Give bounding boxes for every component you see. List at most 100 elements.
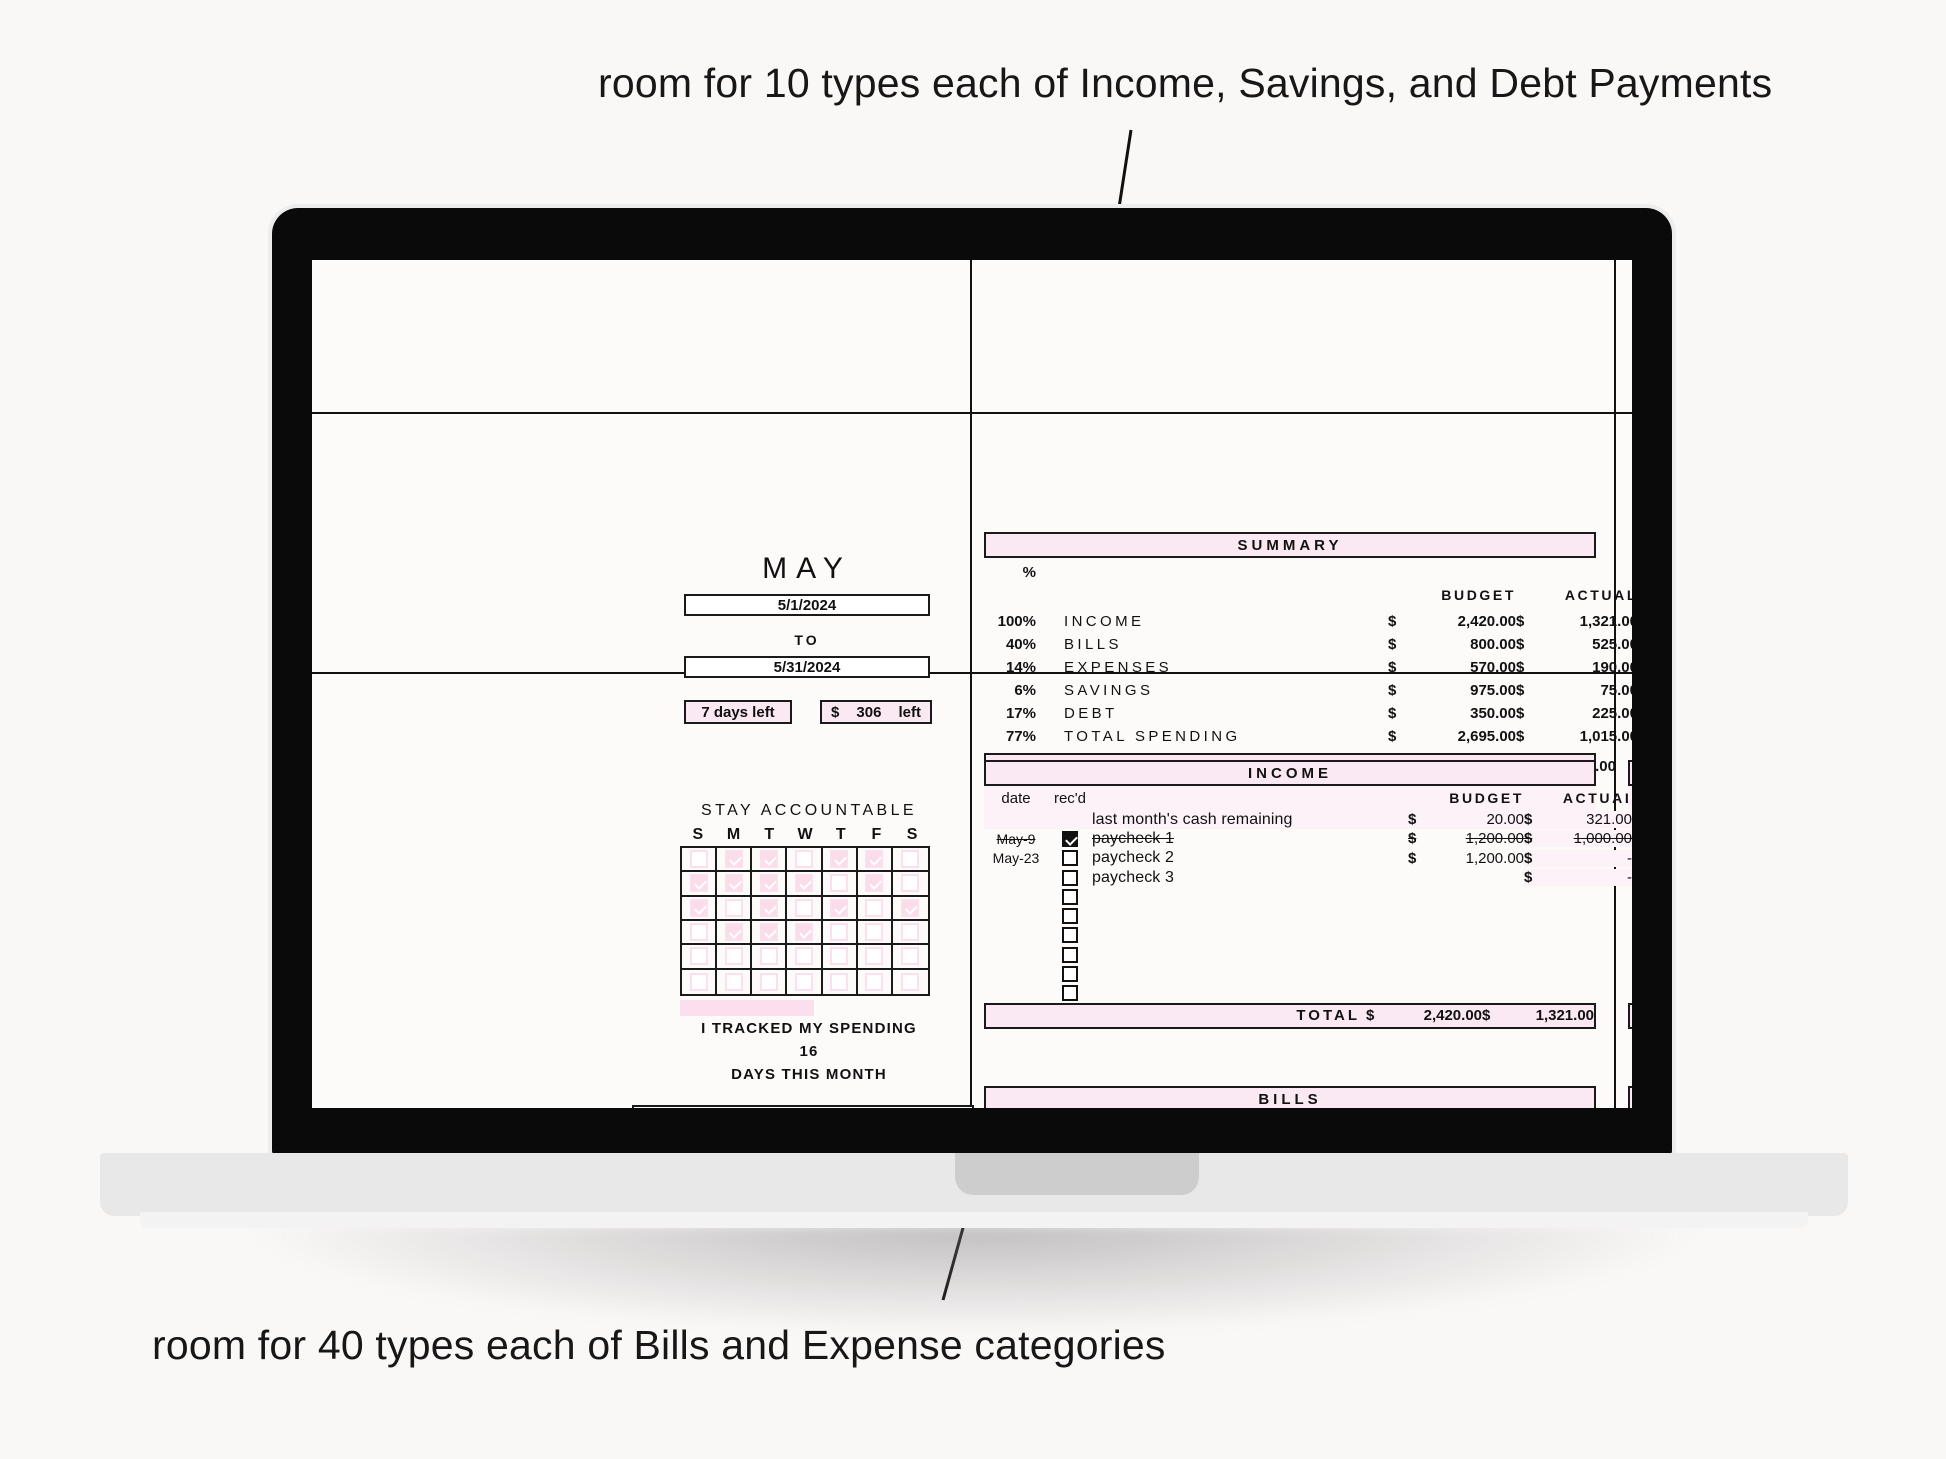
calendar-cell[interactable] xyxy=(892,872,928,897)
calendar-cell[interactable] xyxy=(752,921,788,946)
calendar-check-icon[interactable] xyxy=(830,923,849,942)
calendar-cell[interactable] xyxy=(787,896,823,921)
calendar-check-icon[interactable] xyxy=(830,874,849,893)
table-row[interactable]: emergency fund $ 333. xyxy=(1628,810,1632,829)
calendar-check-icon[interactable] xyxy=(901,898,920,917)
row-checkbox-cell[interactable] xyxy=(1628,927,1632,943)
row-checkbox[interactable] xyxy=(1062,850,1078,867)
calendar-cell[interactable] xyxy=(892,848,928,873)
row-checkbox[interactable] xyxy=(1062,869,1078,886)
calendar-cell[interactable] xyxy=(682,969,718,994)
table-row[interactable] xyxy=(984,984,1596,1003)
calendar-check-icon[interactable] xyxy=(901,923,920,942)
calendar-cell[interactable] xyxy=(787,969,823,994)
row-checkbox-cell[interactable] xyxy=(1048,966,1092,983)
calendar-check-icon[interactable] xyxy=(689,923,708,942)
row-checkbox-cell[interactable] xyxy=(1628,870,1632,886)
calendar-check-icon[interactable] xyxy=(759,923,778,942)
row-checkbox[interactable] xyxy=(1062,830,1078,847)
calendar-check-icon[interactable] xyxy=(759,850,778,869)
calendar-cell[interactable] xyxy=(857,872,893,897)
calendar-check-icon[interactable] xyxy=(724,898,743,917)
calendar-check-icon[interactable] xyxy=(794,923,813,942)
end-date-field[interactable]: 5/31/2024 xyxy=(684,656,930,678)
row-checkbox-cell[interactable] xyxy=(1048,908,1092,925)
row-checkbox[interactable] xyxy=(1062,927,1078,944)
calendar-check-icon[interactable] xyxy=(689,947,708,966)
row-checkbox-cell[interactable] xyxy=(1048,850,1092,867)
table-row[interactable] xyxy=(1628,945,1632,964)
calendar-cell[interactable] xyxy=(823,969,858,994)
row-checkbox-cell[interactable] xyxy=(1628,985,1632,1001)
table-row[interactable]: paycheck 3 $ - xyxy=(984,868,1632,887)
calendar-cell[interactable] xyxy=(893,970,928,994)
calendar-cell[interactable] xyxy=(787,872,823,897)
calendar-check-icon[interactable] xyxy=(830,972,849,991)
table-row[interactable] xyxy=(1628,964,1632,983)
calendar-check-icon[interactable] xyxy=(724,947,743,966)
table-row[interactable]: car maintenance $ 58. xyxy=(1628,868,1632,887)
row-checkbox-cell[interactable] xyxy=(1048,946,1092,963)
calendar-cell[interactable] xyxy=(682,848,718,873)
table-row[interactable]: last month's cash remaining $ 20.00 $ 32… xyxy=(984,810,1632,830)
table-row[interactable] xyxy=(1628,984,1632,1003)
calendar-check-icon[interactable] xyxy=(724,923,743,942)
table-row[interactable]: May-23 paycheck 2 $ 1,200.00 $ - xyxy=(984,849,1632,868)
calendar-cell[interactable] xyxy=(892,921,928,946)
calendar-check-icon[interactable] xyxy=(794,850,813,869)
row-checkbox-cell[interactable] xyxy=(1048,830,1092,847)
row-checkbox-cell[interactable] xyxy=(1628,831,1632,847)
calendar-check-icon[interactable] xyxy=(830,850,849,869)
table-row[interactable] xyxy=(984,926,1596,945)
calendar-check-icon[interactable] xyxy=(865,923,884,942)
row-checkbox[interactable] xyxy=(1062,946,1078,963)
calendar-cell[interactable] xyxy=(822,945,858,970)
row-checkbox-cell[interactable] xyxy=(1048,888,1092,905)
calendar-cell[interactable] xyxy=(858,969,893,994)
calendar-cell[interactable] xyxy=(682,945,718,970)
calendar-cell[interactable] xyxy=(752,945,788,970)
row-checkbox-cell[interactable] xyxy=(1628,850,1632,866)
calendar-check-icon[interactable] xyxy=(794,898,813,917)
calendar-check-icon[interactable] xyxy=(689,850,708,869)
calendar-cell[interactable] xyxy=(857,945,893,970)
start-date-field[interactable]: 5/1/2024 xyxy=(684,594,930,616)
calendar-cell[interactable] xyxy=(857,848,893,873)
calendar-check-icon[interactable] xyxy=(901,850,920,869)
calendar-cell[interactable] xyxy=(822,896,858,921)
table-row[interactable]: May-9 paycheck 1 $ 1,200.00 $ 1,000.00 xyxy=(984,829,1632,848)
calendar-check-icon[interactable] xyxy=(865,972,884,991)
calendar-cell[interactable] xyxy=(822,921,858,946)
calendar-cell[interactable] xyxy=(892,945,928,970)
row-checkbox-cell[interactable] xyxy=(1628,966,1632,982)
row-checkbox[interactable] xyxy=(1062,985,1078,1002)
calendar-cell[interactable] xyxy=(822,848,858,873)
calendar-check-icon[interactable] xyxy=(689,874,708,893)
table-row[interactable]: vacation 2024 $ 166. xyxy=(1628,849,1632,868)
table-row[interactable] xyxy=(984,964,1596,983)
calendar-cell[interactable] xyxy=(857,921,893,946)
calendar-cell[interactable] xyxy=(787,848,823,873)
calendar-cell[interactable] xyxy=(752,896,788,921)
row-checkbox-cell[interactable] xyxy=(1628,889,1632,905)
calendar-check-icon[interactable] xyxy=(794,947,813,966)
calendar-check-icon[interactable] xyxy=(759,972,778,991)
calendar-check-icon[interactable] xyxy=(759,874,778,893)
calendar-check-icon[interactable] xyxy=(865,874,884,893)
calendar-check-icon[interactable] xyxy=(759,898,778,917)
row-checkbox[interactable] xyxy=(1062,888,1078,905)
table-row[interactable] xyxy=(1628,887,1632,906)
calendar-check-icon[interactable] xyxy=(794,972,813,991)
calendar-cell[interactable] xyxy=(752,872,788,897)
table-row[interactable] xyxy=(1628,906,1632,925)
row-checkbox-cell[interactable] xyxy=(1628,812,1632,828)
calendar-check-icon[interactable] xyxy=(865,898,884,917)
calendar-check-icon[interactable] xyxy=(830,947,849,966)
table-row[interactable]: house down payment $ 416. xyxy=(1628,829,1632,848)
calendar-cell[interactable] xyxy=(682,896,718,921)
calendar-cell[interactable] xyxy=(717,945,753,970)
calendar-cell[interactable] xyxy=(752,969,788,994)
calendar-cell[interactable] xyxy=(717,921,753,946)
row-checkbox-cell[interactable] xyxy=(1048,869,1092,886)
row-checkbox-cell[interactable] xyxy=(1048,927,1092,944)
